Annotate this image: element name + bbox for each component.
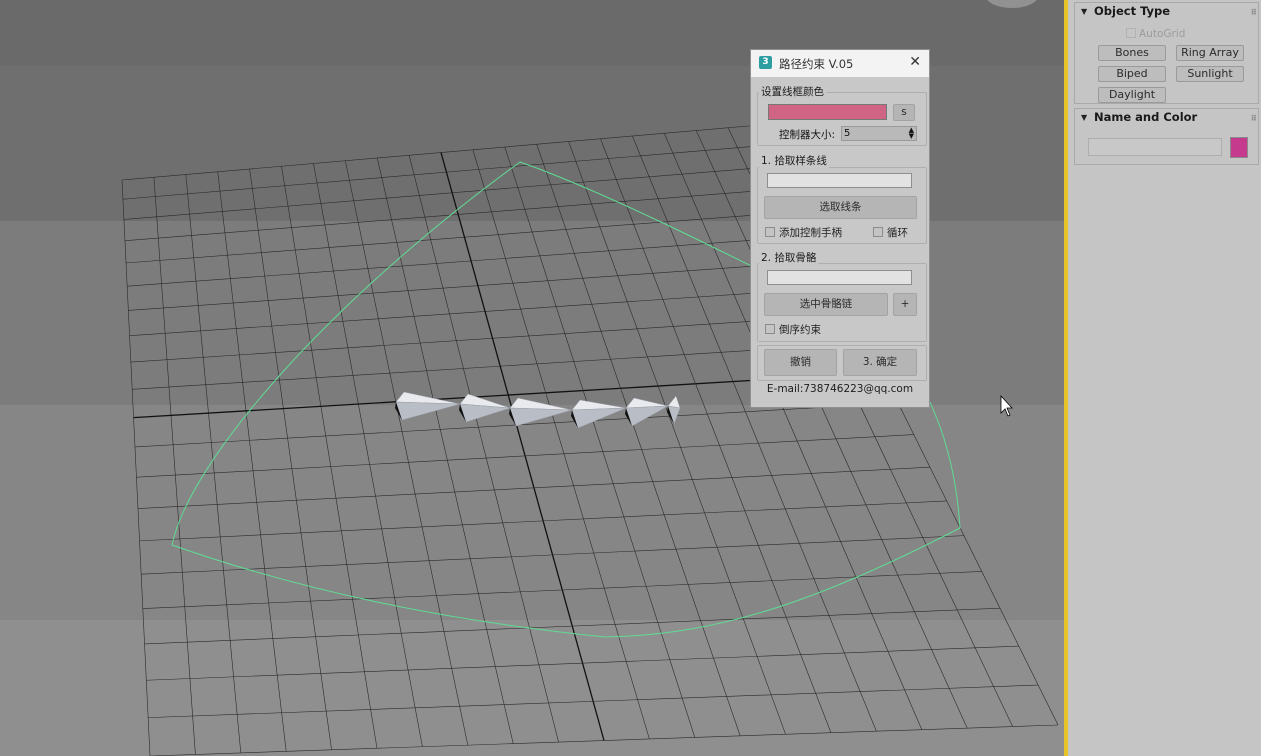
controller-size-label: 控制器大小:	[779, 129, 836, 141]
dialog-title: 路径约束 V.05	[779, 57, 854, 71]
checkbox-box[interactable]	[765, 324, 775, 334]
wireframe-color-picker[interactable]	[768, 104, 887, 120]
spline-group-label: 1. 拾取样条线	[759, 153, 829, 168]
ok-button[interactable]: 3. 确定	[843, 349, 917, 376]
reverse-label: 倒序约束	[779, 324, 821, 336]
collapse-arrow-icon[interactable]: ▼	[1081, 3, 1087, 20]
drag-grip-icon[interactable]: ⠿	[1251, 4, 1257, 21]
loop-checkbox[interactable]: 循环	[873, 225, 908, 240]
loop-label: 循环	[887, 227, 908, 239]
object-type-header[interactable]: ▼ Object Type ⠿	[1075, 3, 1258, 20]
bones-name-field[interactable]	[767, 270, 912, 285]
checkbox-box[interactable]	[765, 227, 775, 237]
email-text: E-mail:738746223@qq.com	[766, 383, 914, 395]
name-and-color-header[interactable]: ▼ Name and Color ⠿	[1075, 109, 1258, 126]
add-handles-label: 添加控制手柄	[779, 227, 842, 239]
object-type-title: Object Type	[1094, 4, 1171, 18]
close-icon[interactable]: ✕	[909, 54, 921, 70]
autogrid-label: AutoGrid	[1139, 28, 1186, 40]
name-and-color-title: Name and Color	[1094, 110, 1198, 124]
biped-button[interactable]: Biped	[1098, 66, 1166, 82]
controller-size-value: 5	[844, 128, 851, 139]
undo-button[interactable]: 撤销	[764, 349, 837, 376]
bones-button[interactable]: Bones	[1098, 45, 1166, 61]
sunlight-button[interactable]: Sunlight	[1176, 66, 1244, 82]
app-logo-icon: 3	[759, 56, 772, 69]
bones-group-label: 2. 拾取骨骼	[759, 250, 819, 265]
command-panel: ▼ Object Type ⠿ AutoGrid Bones Ring Arra…	[1068, 0, 1261, 756]
pick-spline-button[interactable]: 选取线条	[764, 196, 917, 219]
path-constraint-dialog: 3 路径约束 V.05 ✕ 设置线框颜色 s 控制器大小: 5 ▲ ▼ 1. 拾取…	[750, 49, 930, 408]
reverse-constraint-checkbox[interactable]: 倒序约束	[765, 322, 821, 337]
collapse-arrow-icon[interactable]: ▼	[1081, 109, 1087, 126]
spline-name-field[interactable]	[767, 173, 912, 188]
object-name-input[interactable]	[1088, 138, 1222, 156]
drag-grip-icon[interactable]: ⠿	[1251, 110, 1257, 127]
checkbox-box[interactable]	[873, 227, 883, 237]
autogrid-checkbox-box	[1126, 28, 1136, 38]
color-s-button[interactable]: s	[893, 104, 915, 121]
ring-array-button[interactable]: Ring Array	[1176, 45, 1244, 61]
object-type-rollout: ▼ Object Type ⠿ AutoGrid Bones Ring Arra…	[1074, 2, 1259, 104]
autogrid-checkbox: AutoGrid	[1126, 28, 1185, 40]
dialog-titlebar[interactable]: 3 路径约束 V.05 ✕	[751, 50, 929, 77]
select-bone-chain-button[interactable]: 选中骨骼链	[764, 293, 888, 316]
daylight-button[interactable]: Daylight	[1098, 87, 1166, 103]
add-handles-checkbox[interactable]: 添加控制手柄	[765, 225, 842, 240]
spinner-arrows-icon[interactable]: ▲ ▼	[909, 127, 914, 140]
controller-size-spinner[interactable]: 5 ▲ ▼	[841, 126, 917, 141]
object-color-swatch[interactable]	[1230, 137, 1248, 158]
add-bone-button[interactable]: +	[893, 293, 917, 316]
color-group-label: 设置线框颜色	[759, 84, 826, 99]
